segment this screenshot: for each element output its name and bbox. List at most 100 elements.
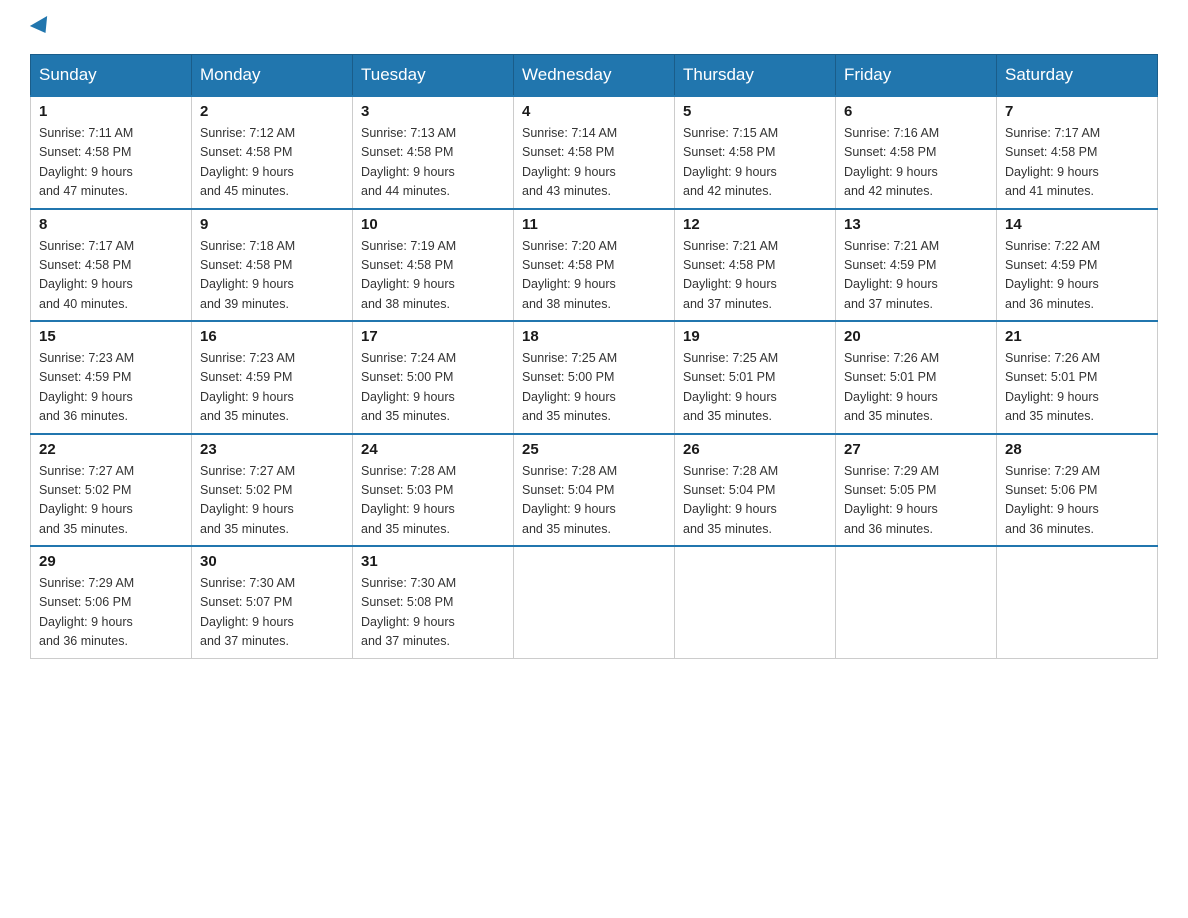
calendar-cell: 12Sunrise: 7:21 AMSunset: 4:58 PMDayligh… <box>675 209 836 322</box>
weekday-header-monday: Monday <box>192 55 353 97</box>
day-number: 19 <box>683 328 827 345</box>
calendar-cell <box>514 546 675 658</box>
calendar-cell: 25 Sunrise: 7:28 AMSunset: 5:04 PMDayligh… <box>514 434 675 547</box>
day-info: Sunrise: 7:18 AMSunset: 4:58 PMDaylight:… <box>200 237 344 315</box>
day-info: Sunrise: 7:29 AMSunset: 5:06 PMDaylight:… <box>1005 462 1149 540</box>
calendar-cell <box>997 546 1158 658</box>
day-number: 26 <box>683 441 827 458</box>
day-info: Sunrise: 7:12 AMSunset: 4:58 PMDaylight:… <box>200 124 344 202</box>
weekday-header-saturday: Saturday <box>997 55 1158 97</box>
day-number: 11 <box>522 216 666 233</box>
day-info: Sunrise: 7:30 AMSunset: 5:07 PMDaylight:… <box>200 574 344 652</box>
day-number: 30 <box>200 553 344 570</box>
day-number: 25 <box>522 441 666 458</box>
calendar-cell: 28Sunrise: 7:29 AMSunset: 5:06 PMDayligh… <box>997 434 1158 547</box>
day-number: 31 <box>361 553 505 570</box>
calendar-cell: 26 Sunrise: 7:28 AMSunset: 5:04 PMDayligh… <box>675 434 836 547</box>
day-info: Sunrise: 7:14 AMSunset: 4:58 PMDaylight:… <box>522 124 666 202</box>
calendar-cell: 31 Sunrise: 7:30 AMSunset: 5:08 PMDayligh… <box>353 546 514 658</box>
calendar-cell: 2 Sunrise: 7:12 AMSunset: 4:58 PMDaylight… <box>192 96 353 209</box>
logo-arrow-icon <box>30 16 54 38</box>
day-number: 17 <box>361 328 505 345</box>
day-info: Sunrise: 7:22 AMSunset: 4:59 PMDaylight:… <box>1005 237 1149 315</box>
calendar-cell: 1Sunrise: 7:11 AMSunset: 4:58 PMDaylight… <box>31 96 192 209</box>
day-info: Sunrise: 7:24 AMSunset: 5:00 PMDaylight:… <box>361 349 505 427</box>
week-row-1: 1Sunrise: 7:11 AMSunset: 4:58 PMDaylight… <box>31 96 1158 209</box>
calendar-cell: 20 Sunrise: 7:26 AMSunset: 5:01 PMDayligh… <box>836 321 997 434</box>
weekday-header-wednesday: Wednesday <box>514 55 675 97</box>
day-info: Sunrise: 7:28 AMSunset: 5:04 PMDaylight:… <box>683 462 827 540</box>
day-number: 10 <box>361 216 505 233</box>
day-info: Sunrise: 7:11 AMSunset: 4:58 PMDaylight:… <box>39 124 183 202</box>
calendar-cell: 21 Sunrise: 7:26 AMSunset: 5:01 PMDayligh… <box>997 321 1158 434</box>
day-info: Sunrise: 7:28 AMSunset: 5:04 PMDaylight:… <box>522 462 666 540</box>
calendar-cell: 14 Sunrise: 7:22 AMSunset: 4:59 PMDayligh… <box>997 209 1158 322</box>
day-number: 24 <box>361 441 505 458</box>
day-number: 21 <box>1005 328 1149 345</box>
week-row-5: 29 Sunrise: 7:29 AMSunset: 5:06 PMDayligh… <box>31 546 1158 658</box>
calendar-cell: 8 Sunrise: 7:17 AMSunset: 4:58 PMDaylight… <box>31 209 192 322</box>
calendar-cell <box>836 546 997 658</box>
day-info: Sunrise: 7:17 AMSunset: 4:58 PMDaylight:… <box>1005 124 1149 202</box>
calendar-cell: 24 Sunrise: 7:28 AMSunset: 5:03 PMDayligh… <box>353 434 514 547</box>
day-info: Sunrise: 7:25 AMSunset: 5:01 PMDaylight:… <box>683 349 827 427</box>
calendar-cell: 11 Sunrise: 7:20 AMSunset: 4:58 PMDayligh… <box>514 209 675 322</box>
calendar-cell: 29 Sunrise: 7:29 AMSunset: 5:06 PMDayligh… <box>31 546 192 658</box>
weekday-header-row: SundayMondayTuesdayWednesdayThursdayFrid… <box>31 55 1158 97</box>
weekday-header-friday: Friday <box>836 55 997 97</box>
day-info: Sunrise: 7:16 AMSunset: 4:58 PMDaylight:… <box>844 124 988 202</box>
day-number: 18 <box>522 328 666 345</box>
day-number: 14 <box>1005 216 1149 233</box>
day-number: 13 <box>844 216 988 233</box>
day-info: Sunrise: 7:21 AMSunset: 4:59 PMDaylight:… <box>844 237 988 315</box>
calendar-cell <box>675 546 836 658</box>
calendar-cell: 9 Sunrise: 7:18 AMSunset: 4:58 PMDaylight… <box>192 209 353 322</box>
day-number: 5 <box>683 103 827 120</box>
calendar-cell: 10 Sunrise: 7:19 AMSunset: 4:58 PMDayligh… <box>353 209 514 322</box>
day-number: 27 <box>844 441 988 458</box>
week-row-3: 15Sunrise: 7:23 AMSunset: 4:59 PMDayligh… <box>31 321 1158 434</box>
calendar-cell: 27 Sunrise: 7:29 AMSunset: 5:05 PMDayligh… <box>836 434 997 547</box>
week-row-2: 8 Sunrise: 7:17 AMSunset: 4:58 PMDaylight… <box>31 209 1158 322</box>
day-info: Sunrise: 7:26 AMSunset: 5:01 PMDaylight:… <box>844 349 988 427</box>
day-number: 8 <box>39 216 183 233</box>
calendar-cell: 5 Sunrise: 7:15 AMSunset: 4:58 PMDaylight… <box>675 96 836 209</box>
calendar-cell: 4 Sunrise: 7:14 AMSunset: 4:58 PMDaylight… <box>514 96 675 209</box>
calendar-cell: 18Sunrise: 7:25 AMSunset: 5:00 PMDayligh… <box>514 321 675 434</box>
day-number: 3 <box>361 103 505 120</box>
calendar-cell: 22 Sunrise: 7:27 AMSunset: 5:02 PMDayligh… <box>31 434 192 547</box>
day-number: 2 <box>200 103 344 120</box>
day-info: Sunrise: 7:13 AMSunset: 4:58 PMDaylight:… <box>361 124 505 202</box>
day-info: Sunrise: 7:23 AMSunset: 4:59 PMDaylight:… <box>200 349 344 427</box>
calendar-cell: 17 Sunrise: 7:24 AMSunset: 5:00 PMDayligh… <box>353 321 514 434</box>
day-info: Sunrise: 7:19 AMSunset: 4:58 PMDaylight:… <box>361 237 505 315</box>
day-info: Sunrise: 7:29 AMSunset: 5:05 PMDaylight:… <box>844 462 988 540</box>
day-info: Sunrise: 7:20 AMSunset: 4:58 PMDaylight:… <box>522 237 666 315</box>
day-number: 22 <box>39 441 183 458</box>
calendar-cell: 13 Sunrise: 7:21 AMSunset: 4:59 PMDayligh… <box>836 209 997 322</box>
day-info: Sunrise: 7:15 AMSunset: 4:58 PMDaylight:… <box>683 124 827 202</box>
day-number: 7 <box>1005 103 1149 120</box>
calendar-cell: 30 Sunrise: 7:30 AMSunset: 5:07 PMDayligh… <box>192 546 353 658</box>
day-info: Sunrise: 7:26 AMSunset: 5:01 PMDaylight:… <box>1005 349 1149 427</box>
calendar-table: SundayMondayTuesdayWednesdayThursdayFrid… <box>30 54 1158 659</box>
day-info: Sunrise: 7:27 AMSunset: 5:02 PMDaylight:… <box>200 462 344 540</box>
week-row-4: 22 Sunrise: 7:27 AMSunset: 5:02 PMDayligh… <box>31 434 1158 547</box>
calendar-cell: 6Sunrise: 7:16 AMSunset: 4:58 PMDaylight… <box>836 96 997 209</box>
day-info: Sunrise: 7:29 AMSunset: 5:06 PMDaylight:… <box>39 574 183 652</box>
weekday-header-sunday: Sunday <box>31 55 192 97</box>
calendar-cell: 16Sunrise: 7:23 AMSunset: 4:59 PMDayligh… <box>192 321 353 434</box>
day-number: 29 <box>39 553 183 570</box>
day-info: Sunrise: 7:27 AMSunset: 5:02 PMDaylight:… <box>39 462 183 540</box>
day-number: 9 <box>200 216 344 233</box>
calendar-cell: 3 Sunrise: 7:13 AMSunset: 4:58 PMDaylight… <box>353 96 514 209</box>
day-info: Sunrise: 7:30 AMSunset: 5:08 PMDaylight:… <box>361 574 505 652</box>
day-info: Sunrise: 7:28 AMSunset: 5:03 PMDaylight:… <box>361 462 505 540</box>
day-info: Sunrise: 7:23 AMSunset: 4:59 PMDaylight:… <box>39 349 183 427</box>
weekday-header-tuesday: Tuesday <box>353 55 514 97</box>
day-number: 4 <box>522 103 666 120</box>
day-info: Sunrise: 7:21 AMSunset: 4:58 PMDaylight:… <box>683 237 827 315</box>
page-header <box>30 20 1158 34</box>
day-number: 20 <box>844 328 988 345</box>
day-info: Sunrise: 7:17 AMSunset: 4:58 PMDaylight:… <box>39 237 183 315</box>
